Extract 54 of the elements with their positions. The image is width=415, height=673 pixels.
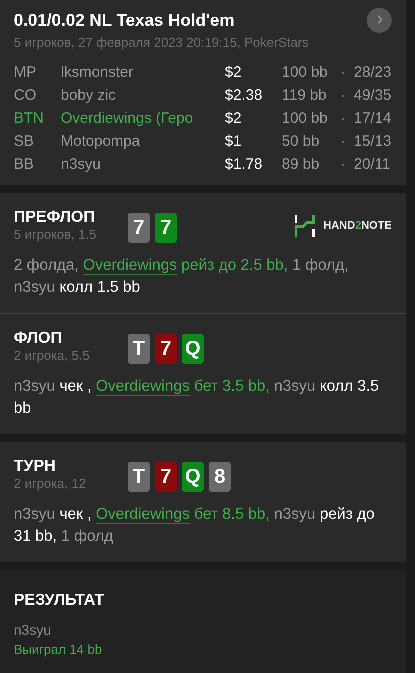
- playing-card: 8: [209, 462, 231, 492]
- playing-card: Q: [182, 462, 204, 492]
- player-stats: 20/11: [354, 156, 390, 173]
- street-title: ТУРН: [14, 458, 57, 476]
- position-label: CO: [14, 87, 38, 104]
- playing-card: 7: [155, 213, 177, 243]
- action-summary: 2 фолда, Overdiewings рейз до 2.5 bb, 1 фолд, n3syu колл 1.5 bb: [14, 256, 350, 298]
- stack-amount: $2.38: [225, 87, 264, 104]
- action-summary: n3syu чек , Overdiewings бет 3.5 bb, n3syu колл 3.5 bb: [14, 377, 380, 419]
- next-button[interactable]: ›: [367, 8, 392, 33]
- playing-card: Q: [182, 334, 204, 364]
- logo-text: HAND2NOTE: [324, 220, 392, 232]
- stack-amount: $2: [225, 110, 243, 127]
- stack-bb: 119 bb: [282, 87, 328, 104]
- position-label: BTN: [14, 110, 45, 127]
- street-info: 2 игрока, 12: [14, 476, 88, 491]
- street-info: 2 игрока, 5.5: [14, 348, 91, 363]
- winner-name: n3syu: [14, 622, 52, 638]
- playing-card: 7: [128, 213, 150, 243]
- street-title: ПРЕФЛОП: [14, 209, 96, 227]
- playing-card: T: [128, 462, 150, 492]
- hand-subtitle: 5 игроков, 27 февраля 2023 20:19:15, PokerStars: [14, 35, 310, 50]
- stack-amount: $1.78: [225, 156, 264, 173]
- player-link[interactable]: Overdiewings: [83, 257, 178, 274]
- player-name: lksmonster: [61, 64, 135, 81]
- player-name: boby zic: [61, 87, 118, 104]
- playing-card: 7: [155, 462, 177, 492]
- hand-title: 0.01/0.02 NL Texas Hold'em: [14, 10, 235, 30]
- player-link[interactable]: Overdiewings (Геро: [61, 110, 225, 127]
- stack-amount: $1: [225, 133, 243, 150]
- result-title: РЕЗУЛЬТАТ: [14, 592, 106, 610]
- stack-amount: $2: [225, 64, 243, 81]
- player-stats: 49/35: [354, 87, 392, 104]
- position-label: BB: [14, 156, 36, 173]
- position-label: MP: [14, 64, 38, 81]
- stack-bb: 50 bb: [282, 133, 321, 150]
- player-stats: 28/23: [354, 64, 392, 81]
- player-link[interactable]: Overdiewings: [96, 506, 190, 523]
- player-stats: 15/13: [354, 133, 392, 150]
- player-name: Motopompa: [61, 133, 142, 150]
- logo-icon: [294, 215, 315, 237]
- player-stats: 17/14: [354, 110, 392, 127]
- street-title: ФЛОП: [14, 330, 64, 348]
- action-summary: n3syu чек , Overdiewings бет 8.5 bb, n3syu рейз до 31 bb, 1 фолд: [14, 505, 376, 547]
- stack-bb: 89 bb: [282, 156, 321, 173]
- stack-bb: 100 bb: [282, 110, 329, 127]
- player-name: n3syu: [61, 156, 102, 173]
- position-label: SB: [14, 133, 36, 150]
- playing-card: 7: [155, 334, 177, 364]
- playing-card: T: [128, 334, 150, 364]
- stack-bb: 100 bb: [282, 64, 329, 81]
- win-amount: Выиграл 14 bb: [14, 642, 104, 657]
- street-info: 5 игроков, 1.5: [14, 227, 98, 242]
- player-link[interactable]: Overdiewings: [96, 378, 190, 395]
